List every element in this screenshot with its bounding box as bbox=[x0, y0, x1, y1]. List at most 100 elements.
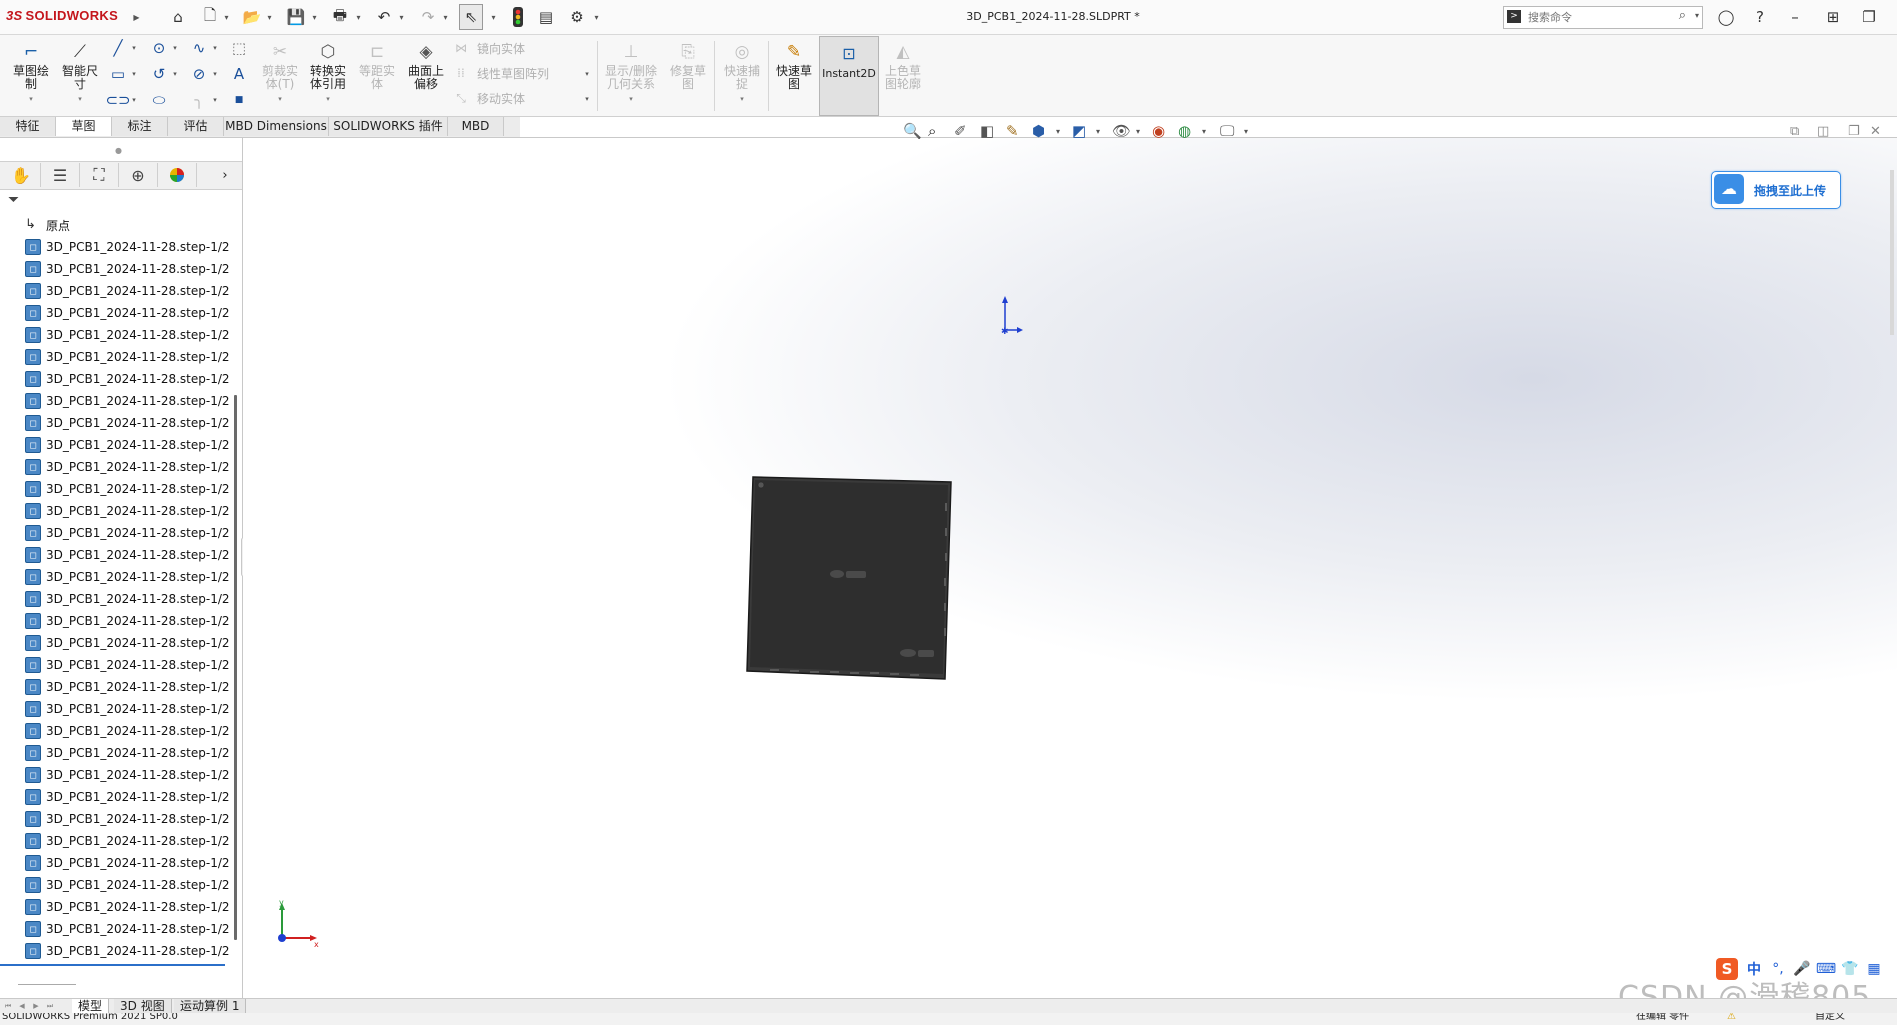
tree-item-body[interactable]: ◻ 3D_PCB1_2024-11-28.step-1/2 bbox=[25, 632, 230, 654]
tree-item-body[interactable]: ◻ 3D_PCB1_2024-11-28.step-1/2 bbox=[25, 764, 230, 786]
tree-item-body[interactable]: ◻ 3D_PCB1_2024-11-28.step-1/2 bbox=[25, 280, 230, 302]
fillet-icon[interactable]: ╮ bbox=[188, 89, 210, 111]
hide-show-dropdown-icon[interactable]: ▾ bbox=[1136, 120, 1140, 142]
construction-geometry-icon[interactable]: ⬚ bbox=[228, 37, 250, 59]
offset-on-surface-button[interactable]: ◈ 曲面上 偏移 bbox=[401, 39, 451, 111]
spline-icon[interactable]: ∿ bbox=[188, 37, 210, 59]
instant2d-button[interactable]: ⊡ Instant2D bbox=[819, 36, 879, 116]
property-manager-tab-icon[interactable]: ☰ bbox=[41, 163, 80, 187]
tree-item-body[interactable]: ◻ 3D_PCB1_2024-11-28.step-1/2 bbox=[25, 742, 230, 764]
tree-item-body[interactable]: ◻ 3D_PCB1_2024-11-28.step-1/2 bbox=[25, 258, 230, 280]
tree-item-body[interactable]: ◻ 3D_PCB1_2024-11-28.step-1/2 bbox=[25, 390, 230, 412]
tree-item-body[interactable]: ◻ 3D_PCB1_2024-11-28.step-1/2 bbox=[25, 566, 230, 588]
slot-dropdown-icon[interactable]: ▾ bbox=[130, 89, 138, 111]
command-search[interactable]: > ⌕ ▾ bbox=[1503, 6, 1703, 29]
quick-snap-dropdown-icon[interactable]: ▾ bbox=[717, 93, 767, 106]
tab-motion-study[interactable]: 运动算例 1 bbox=[174, 999, 247, 1013]
tab-mbd[interactable]: MBD bbox=[448, 117, 504, 136]
tree-item-body[interactable]: ◻ 3D_PCB1_2024-11-28.step-1/2 bbox=[25, 918, 230, 940]
panel-grip-icon[interactable]: ● bbox=[115, 146, 122, 155]
rectangle-dropdown-icon[interactable]: ▾ bbox=[130, 63, 138, 85]
tab-model[interactable]: 模型 bbox=[72, 999, 110, 1013]
tree-item-origin[interactable]: ↳ 原点 bbox=[25, 214, 70, 236]
search-input[interactable] bbox=[1526, 9, 1670, 26]
repair-sketch-button[interactable]: ⎘ 修复草 图 bbox=[663, 39, 713, 111]
quick-snaps-button[interactable]: ◎ 快速捕 捉 ▾ bbox=[717, 39, 767, 111]
view-settings-dropdown-icon[interactable]: ▾ bbox=[1244, 120, 1248, 142]
status-units[interactable]: 自定义 bbox=[1815, 1013, 1845, 1025]
tree-item-body[interactable]: ◻ 3D_PCB1_2024-11-28.step-1/2 bbox=[25, 610, 230, 632]
help-icon[interactable]: ? bbox=[1747, 4, 1773, 30]
feature-manager-tab-icon[interactable]: ✋ bbox=[2, 163, 41, 187]
tree-item-body[interactable]: ◻ 3D_PCB1_2024-11-28.step-1/2 bbox=[25, 588, 230, 610]
viewport-close-icon[interactable]: ✕ bbox=[1870, 120, 1881, 142]
trim-dropdown-icon[interactable]: ▾ bbox=[255, 93, 305, 106]
linear-pattern-button[interactable]: ⁞⁞ 线性草图阵列 bbox=[453, 63, 549, 83]
tree-item-body[interactable]: ◻ 3D_PCB1_2024-11-28.step-1/2 bbox=[25, 786, 230, 808]
ellipse-icon[interactable]: ⬭ bbox=[148, 89, 170, 111]
tree-item-body[interactable]: ◻ 3D_PCB1_2024-11-28.step-1/2 bbox=[25, 720, 230, 742]
linear-pattern-dropdown-icon[interactable]: ▾ bbox=[583, 63, 591, 85]
circle-icon[interactable]: ⊙ bbox=[148, 37, 170, 59]
zoom-to-fit-icon[interactable]: 🔍 bbox=[903, 120, 922, 142]
spline-dropdown-icon[interactable]: ▾ bbox=[211, 37, 219, 59]
sketch-button[interactable]: ⌐ 草图绘 制 ▾ bbox=[6, 39, 56, 111]
tree-item-body[interactable]: ◻ 3D_PCB1_2024-11-28.step-1/2 bbox=[25, 654, 230, 676]
user-account-icon[interactable]: ◯ bbox=[1713, 4, 1739, 30]
tab-markup[interactable]: 标注 bbox=[112, 117, 168, 136]
dynamic-annotation-icon[interactable]: ✎ bbox=[1006, 120, 1019, 142]
search-icon[interactable]: ⌕ bbox=[1679, 8, 1686, 23]
display-style-icon[interactable]: ◩ bbox=[1072, 120, 1086, 142]
rollback-bar[interactable] bbox=[0, 964, 225, 966]
display-style-dropdown-icon[interactable]: ▾ bbox=[1096, 120, 1100, 142]
trim-entities-button[interactable]: ✂ 剪裁实 体(T) ▾ bbox=[255, 39, 305, 111]
rectangle-icon[interactable]: ▭ bbox=[107, 63, 129, 85]
arc-icon[interactable]: ↺ bbox=[148, 63, 170, 85]
tree-item-body[interactable]: ◻ 3D_PCB1_2024-11-28.step-1/2 bbox=[25, 544, 230, 566]
line-dropdown-icon[interactable]: ▾ bbox=[130, 37, 138, 59]
view-orientation-icon[interactable]: ⬢ bbox=[1032, 120, 1045, 142]
viewport-side-scrollbar[interactable] bbox=[1890, 170, 1894, 335]
panel-expand-icon[interactable]: › bbox=[215, 163, 235, 187]
apply-scene-icon[interactable]: ◍ bbox=[1178, 120, 1191, 142]
tree-item-body[interactable]: ◻ 3D_PCB1_2024-11-28.step-1/2 bbox=[25, 236, 230, 258]
tree-item-body[interactable]: ◻ 3D_PCB1_2024-11-28.step-1/2 bbox=[25, 522, 230, 544]
move-dropdown-icon[interactable]: ▾ bbox=[583, 88, 591, 110]
tree-item-body[interactable]: ◻ 3D_PCB1_2024-11-28.step-1/2 bbox=[25, 874, 230, 896]
convert-dropdown-icon[interactable]: ▾ bbox=[303, 93, 353, 106]
tree-item-body[interactable]: ◻ 3D_PCB1_2024-11-28.step-1/2 bbox=[25, 896, 230, 918]
last-tab-icon[interactable]: ⏭ bbox=[44, 1000, 56, 1012]
polygon-dropdown-icon[interactable]: ▾ bbox=[211, 63, 219, 85]
scene-dropdown-icon[interactable]: ▾ bbox=[1202, 120, 1206, 142]
sketch-dropdown-icon[interactable]: ▾ bbox=[6, 93, 56, 106]
first-tab-icon[interactable]: ⏮ bbox=[2, 1000, 14, 1012]
tab-mbd-dimensions[interactable]: MBD Dimensions bbox=[224, 117, 329, 136]
tree-item-body[interactable]: ◻ 3D_PCB1_2024-11-28.step-1/2 bbox=[25, 302, 230, 324]
restore-window-icon[interactable]: ❐ bbox=[1856, 4, 1882, 30]
viewport-restore-icon[interactable]: ⧉ bbox=[1790, 120, 1799, 142]
rebuild-icon[interactable]: ⚠ bbox=[1727, 1013, 1736, 1025]
tree-item-body[interactable]: ◻ 3D_PCB1_2024-11-28.step-1/2 bbox=[25, 808, 230, 830]
tree-item-body[interactable]: ◻ 3D_PCB1_2024-11-28.step-1/2 bbox=[25, 456, 230, 478]
tab-evaluate[interactable]: 评估 bbox=[168, 117, 224, 136]
section-view-icon[interactable]: ◧ bbox=[980, 120, 994, 142]
tree-item-body[interactable]: ◻ 3D_PCB1_2024-11-28.step-1/2 bbox=[25, 368, 230, 390]
tab-sketch[interactable]: 草图 bbox=[56, 117, 112, 136]
search-dropdown-icon[interactable]: ▾ bbox=[1695, 11, 1699, 20]
upload-dropzone-button[interactable]: ☁ 拖拽至此上传 bbox=[1711, 171, 1841, 209]
dimxpert-manager-tab-icon[interactable]: ⊕ bbox=[119, 163, 158, 187]
viewport-maximize-icon[interactable]: ❐ bbox=[1848, 120, 1860, 142]
tab-features[interactable]: 特征 bbox=[0, 117, 56, 136]
tree-item-body[interactable]: ◻ 3D_PCB1_2024-11-28.step-1/2 bbox=[25, 346, 230, 368]
tree-item-body[interactable]: ◻ 3D_PCB1_2024-11-28.step-1/2 bbox=[25, 698, 230, 720]
graphics-viewport[interactable] bbox=[243, 138, 1897, 998]
zoom-to-area-icon[interactable]: ⌕ bbox=[928, 120, 936, 142]
next-tab-icon[interactable]: ▶ bbox=[30, 1000, 42, 1012]
tab-3d-view[interactable]: 3D 视图 bbox=[114, 999, 172, 1013]
tree-item-body[interactable]: ◻ 3D_PCB1_2024-11-28.step-1/2 bbox=[25, 412, 230, 434]
relations-dropdown-icon[interactable]: ▾ bbox=[602, 93, 660, 106]
configuration-manager-tab-icon[interactable]: ⛶ bbox=[80, 163, 119, 187]
point-icon[interactable]: ■ bbox=[228, 89, 250, 111]
tree-item-body[interactable]: ◻ 3D_PCB1_2024-11-28.step-1/2 bbox=[25, 324, 230, 346]
tree-scrollbar[interactable] bbox=[234, 395, 237, 940]
